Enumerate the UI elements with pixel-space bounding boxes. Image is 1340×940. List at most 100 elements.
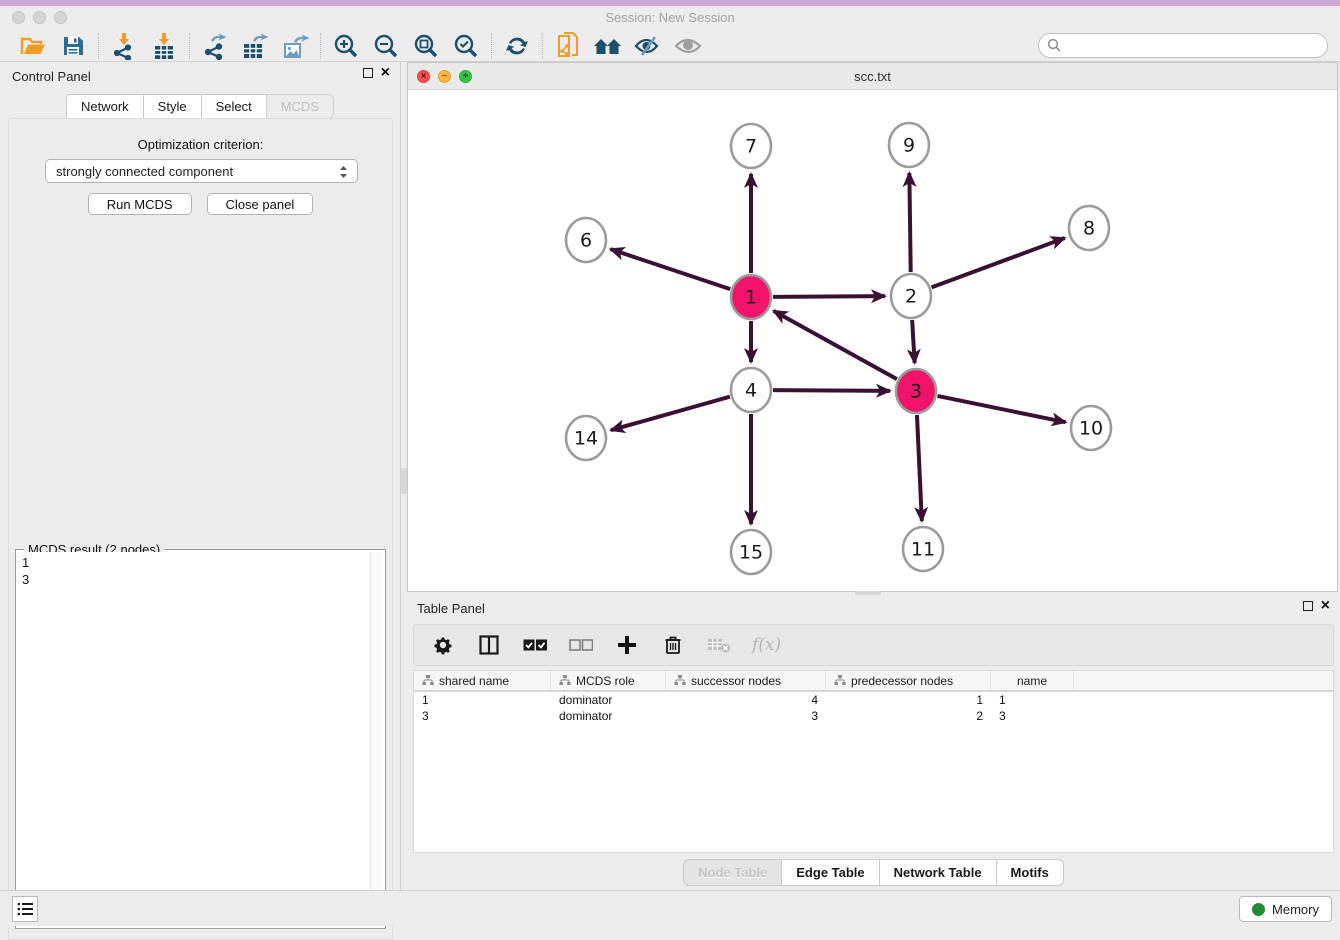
first-neighbors-icon[interactable] [593,32,623,60]
table-cell-name[interactable]: 1 [991,692,1074,708]
tab-mcds[interactable]: MCDS [266,94,334,119]
tree-icon [559,675,571,686]
import-network-icon[interactable] [109,32,139,60]
tab-network[interactable]: Network [66,94,143,119]
run-mcds-button[interactable]: Run MCDS [88,193,192,215]
graph-edge-3-10[interactable] [938,396,1066,422]
tree-icon [674,675,686,686]
tab-edge-table[interactable]: Edge Table [781,859,878,886]
node-table: shared name MCDS role successor nodes pr… [413,670,1334,853]
export-image-icon[interactable] [280,32,310,60]
graph-node-label-6: 6 [580,230,592,252]
graph-edge-3-11[interactable] [917,415,922,521]
open-session-icon[interactable] [18,32,48,60]
close-panel-button[interactable]: Close panel [207,193,314,215]
graph-node-label-15: 15 [739,542,763,564]
apply-layout-icon[interactable] [502,32,532,60]
memory-button[interactable]: Memory [1239,896,1332,922]
status-bar: Memory [0,890,1340,926]
graph-edge-1-6[interactable] [611,249,731,289]
search-input[interactable] [1038,33,1328,58]
control-panel: Control Panel × Network Style Select MCD… [0,62,401,890]
graph-edge-1-2[interactable] [773,296,885,297]
export-network-icon[interactable] [200,32,230,60]
save-session-icon[interactable] [58,32,88,60]
graph-edge-2-8[interactable] [932,238,1065,287]
table-row[interactable]: 1dominator411 [414,692,1333,708]
float-panel-icon[interactable] [363,68,373,78]
tab-node-table[interactable]: Node Table [683,859,781,886]
delete-column-icon[interactable] [660,632,686,658]
memory-label: Memory [1272,902,1319,917]
table-toolbar: f(x) [413,624,1334,666]
network-window-title: scc.txt [408,69,1337,84]
export-table-icon[interactable] [240,32,270,60]
tree-icon [834,675,846,686]
control-panel-title: Control Panel [12,69,91,84]
column-layout-icon[interactable] [476,632,502,658]
tab-style[interactable]: Style [143,94,201,119]
graph-node-label-3: 3 [910,381,922,403]
deselect-all-checkboxes-icon[interactable] [568,632,594,658]
graph-edge-4-14[interactable] [611,397,730,430]
zoom-out-icon[interactable] [371,32,401,60]
criterion-select[interactable]: strongly connected component [45,159,358,183]
table-cell-name[interactable]: 3 [991,708,1074,724]
mcds-panel-content: Optimization criterion: strongly connect… [8,118,393,940]
column-header-shared-name[interactable]: shared name [414,671,551,690]
table-cell-predecessor[interactable]: 1 [826,692,991,708]
delete-table-icon[interactable] [706,632,732,658]
tab-network-table[interactable]: Network Table [879,859,996,886]
zoom-fit-icon[interactable] [411,32,441,60]
select-all-checkboxes-icon[interactable] [522,632,548,658]
zoom-selected-icon[interactable] [451,32,481,60]
chevron-up-down-icon [338,163,349,184]
table-panel: Table Panel × f(x) [407,595,1340,890]
titlebar: Session: New Session [0,6,1340,30]
hide-selected-icon[interactable] [633,32,663,60]
new-network-from-selection-icon[interactable] [553,32,583,60]
task-history-button[interactable] [12,896,38,922]
table-cell-shared_name[interactable]: 1 [414,692,551,708]
zoom-in-icon[interactable] [331,32,361,60]
import-table-icon[interactable] [149,32,179,60]
close-panel-icon[interactable]: × [381,68,390,78]
graph-edge-2-9[interactable] [909,173,910,272]
show-all-icon[interactable] [673,32,703,60]
graph-node-label-2: 2 [905,286,917,308]
table-cell-mcds_role[interactable]: dominator [551,708,666,724]
column-header-mcds-role[interactable]: MCDS role [551,671,666,690]
graph-edge-4-3[interactable] [773,390,890,391]
close-table-panel-icon[interactable]: × [1321,601,1330,611]
optimization-criterion-label: Optimization criterion: [9,137,392,152]
network-view-window: × − + scc.txt 7968124314101511 [407,62,1338,592]
list-icon [17,902,33,916]
table-cell-successor[interactable]: 3 [666,708,826,724]
add-column-icon[interactable] [614,632,640,658]
gear-icon[interactable] [430,632,456,658]
graph-edge-2-3[interactable] [912,320,914,363]
table-row[interactable]: 3dominator323 [414,708,1333,724]
tab-motifs[interactable]: Motifs [996,859,1064,886]
network-canvas[interactable]: 7968124314101511 [408,90,1337,591]
table-cell-successor[interactable]: 4 [666,692,826,708]
column-header-predecessor-nodes[interactable]: predecessor nodes [826,671,991,690]
graph-edge-3-1[interactable] [774,311,897,379]
network-window-titlebar[interactable]: × − + scc.txt [408,63,1337,90]
graph-node-label-8: 8 [1083,218,1095,240]
float-table-panel-icon[interactable] [1303,601,1313,611]
table-cell-mcds_role[interactable]: dominator [551,692,666,708]
tab-select[interactable]: Select [201,94,266,119]
mcds-result-scrollbar[interactable] [370,552,383,926]
panel-splitter-handle[interactable] [401,468,407,494]
table-cell-predecessor[interactable]: 2 [826,708,991,724]
column-header-name[interactable]: name [991,671,1074,690]
graph-node-label-7: 7 [745,136,757,158]
column-header-successor-nodes[interactable]: successor nodes [666,671,826,690]
function-builder-icon[interactable]: f(x) [752,635,781,655]
main-toolbar [0,30,1340,62]
table-cell-shared_name[interactable]: 3 [414,708,551,724]
table-body: 1dominator4113dominator323 [414,692,1333,724]
mcds-result-group: MCDS result (2 nodes) 1 3 [15,549,386,929]
mcds-result-text[interactable]: 1 3 [18,552,369,926]
